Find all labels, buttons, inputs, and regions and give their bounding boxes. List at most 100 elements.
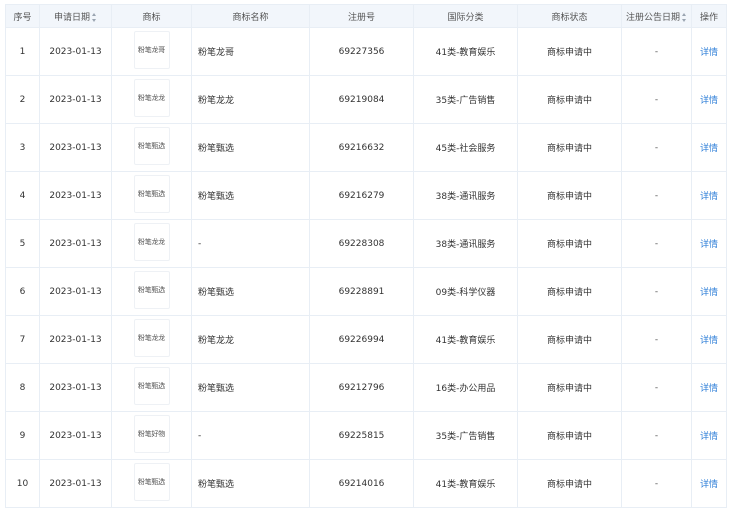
cell-action: 详情 (691, 75, 727, 124)
trademark-logo-image[interactable]: 粉笔龙龙 (133, 319, 170, 357)
cell-action: 详情 (691, 171, 727, 220)
cell-logo: 粉笔龙龙 (111, 75, 192, 124)
trademark-logo-image[interactable]: 粉笔甄选 (133, 463, 170, 501)
row-index: 3 (19, 142, 26, 153)
cell-reg-no: 69219084 (309, 75, 414, 124)
cell-action: 详情 (691, 267, 727, 316)
row-apply-date: 2023-01-13 (49, 430, 102, 441)
cell-index: 5 (5, 219, 40, 268)
row-index: 7 (19, 334, 26, 345)
cell-announce-date: - (621, 411, 692, 460)
cell-apply-date: 2023-01-13 (39, 315, 112, 364)
cell-apply-date: 2023-01-13 (39, 27, 112, 76)
sort-icon[interactable] (92, 12, 97, 22)
row-index: 4 (19, 190, 26, 201)
cell-reg-no: 69227356 (309, 27, 414, 76)
row-announce-date: - (654, 238, 659, 249)
detail-link[interactable]: 详情 (700, 48, 718, 58)
header-action: 操作 (691, 4, 727, 28)
row-category: 16类-办公用品 (435, 384, 496, 394)
cell-category: 41类-教育娱乐 (413, 27, 518, 76)
row-name: 粉笔龙龙 (198, 96, 235, 106)
cell-logo: 粉笔龙哥 (111, 27, 192, 76)
trademark-logo-image[interactable]: 粉笔龙龙 (133, 79, 170, 117)
cell-apply-date: 2023-01-13 (39, 123, 112, 172)
cell-announce-date: - (621, 171, 692, 220)
header-row: 序号 申请日期 商标 商标名称 注册号 国际分类 商标状态 注册公告日期 操作 (5, 4, 727, 28)
row-announce-date: - (654, 478, 659, 489)
cell-action: 详情 (691, 219, 727, 268)
cell-category: 41类-教育娱乐 (413, 459, 518, 508)
row-category: 38类-通讯服务 (435, 192, 496, 202)
detail-link[interactable]: 详情 (700, 96, 718, 106)
trademark-logo-image[interactable]: 粉笔甄选 (133, 175, 170, 213)
header-apply-date[interactable]: 申请日期 (39, 4, 112, 28)
row-index: 10 (16, 478, 29, 489)
cell-action: 详情 (691, 363, 727, 412)
cell-name: 粉笔龙龙 (191, 75, 310, 124)
row-status: 商标申请中 (546, 384, 592, 394)
row-name: - (198, 238, 202, 249)
row-index: 5 (19, 238, 26, 249)
trademark-logo-image[interactable]: 粉笔甄选 (133, 127, 170, 165)
cell-status: 商标申请中 (517, 219, 622, 268)
table-row: 7 2023-01-13 粉笔龙龙 粉笔龙龙 69226994 41类-教育娱乐… (5, 315, 727, 364)
cell-announce-date: - (621, 459, 692, 508)
row-announce-date: - (654, 94, 659, 105)
table-row: 6 2023-01-13 粉笔甄选 粉笔甄选 69228891 09类-科学仪器… (5, 267, 727, 316)
row-apply-date: 2023-01-13 (49, 94, 102, 105)
row-category: 35类-广告销售 (435, 96, 496, 106)
cell-announce-date: - (621, 315, 692, 364)
cell-reg-no: 69216632 (309, 123, 414, 172)
cell-name: 粉笔甄选 (191, 171, 310, 220)
cell-name: 粉笔甄选 (191, 267, 310, 316)
row-apply-date: 2023-01-13 (49, 382, 102, 393)
detail-link[interactable]: 详情 (700, 240, 718, 250)
row-apply-date: 2023-01-13 (49, 286, 102, 297)
row-name: 粉笔甄选 (198, 192, 235, 202)
cell-name: 粉笔甄选 (191, 459, 310, 508)
cell-action: 详情 (691, 123, 727, 172)
row-status: 商标申请中 (546, 96, 592, 106)
cell-index: 3 (5, 123, 40, 172)
detail-link[interactable]: 详情 (700, 384, 718, 394)
header-category: 国际分类 (413, 4, 518, 28)
row-announce-date: - (654, 430, 659, 441)
trademark-logo-image[interactable]: 粉笔甄选 (133, 367, 170, 405)
sort-icon[interactable] (682, 12, 687, 22)
detail-link[interactable]: 详情 (700, 432, 718, 442)
cell-category: 35类-广告销售 (413, 411, 518, 460)
row-reg-no: 69219084 (338, 94, 385, 105)
cell-name: 粉笔甄选 (191, 363, 310, 412)
row-name: 粉笔龙哥 (198, 48, 235, 58)
cell-index: 9 (5, 411, 40, 460)
detail-link[interactable]: 详情 (700, 288, 718, 298)
row-apply-date: 2023-01-13 (49, 190, 102, 201)
row-name: 粉笔龙龙 (198, 336, 235, 346)
row-reg-no: 69226994 (338, 334, 385, 345)
cell-action: 详情 (691, 315, 727, 364)
detail-link[interactable]: 详情 (700, 336, 718, 346)
trademark-logo-image[interactable]: 粉笔好物 (133, 415, 170, 453)
detail-link[interactable]: 详情 (700, 480, 718, 490)
row-status: 商标申请中 (546, 144, 592, 154)
detail-link[interactable]: 详情 (700, 192, 718, 202)
table-row: 8 2023-01-13 粉笔甄选 粉笔甄选 69212796 16类-办公用品… (5, 363, 727, 412)
row-announce-date: - (654, 286, 659, 297)
table-row: 5 2023-01-13 粉笔龙龙 - 69228308 38类-通讯服务 商标… (5, 219, 727, 268)
header-index: 序号 (5, 4, 40, 28)
cell-announce-date: - (621, 123, 692, 172)
cell-name: - (191, 219, 310, 268)
trademark-logo-image[interactable]: 粉笔龙龙 (133, 223, 170, 261)
cell-category: 45类-社会服务 (413, 123, 518, 172)
cell-announce-date: - (621, 219, 692, 268)
row-index: 9 (19, 430, 26, 441)
cell-status: 商标申请中 (517, 171, 622, 220)
row-status: 商标申请中 (546, 480, 592, 490)
header-announce-date[interactable]: 注册公告日期 (621, 4, 692, 28)
trademark-logo-image[interactable]: 粉笔甄选 (133, 271, 170, 309)
trademark-table-container: 序号 申请日期 商标 商标名称 注册号 国际分类 商标状态 注册公告日期 操作 … (5, 4, 727, 508)
trademark-logo-image[interactable]: 粉笔龙哥 (133, 31, 170, 69)
cell-category: 35类-广告销售 (413, 75, 518, 124)
detail-link[interactable]: 详情 (700, 144, 718, 154)
